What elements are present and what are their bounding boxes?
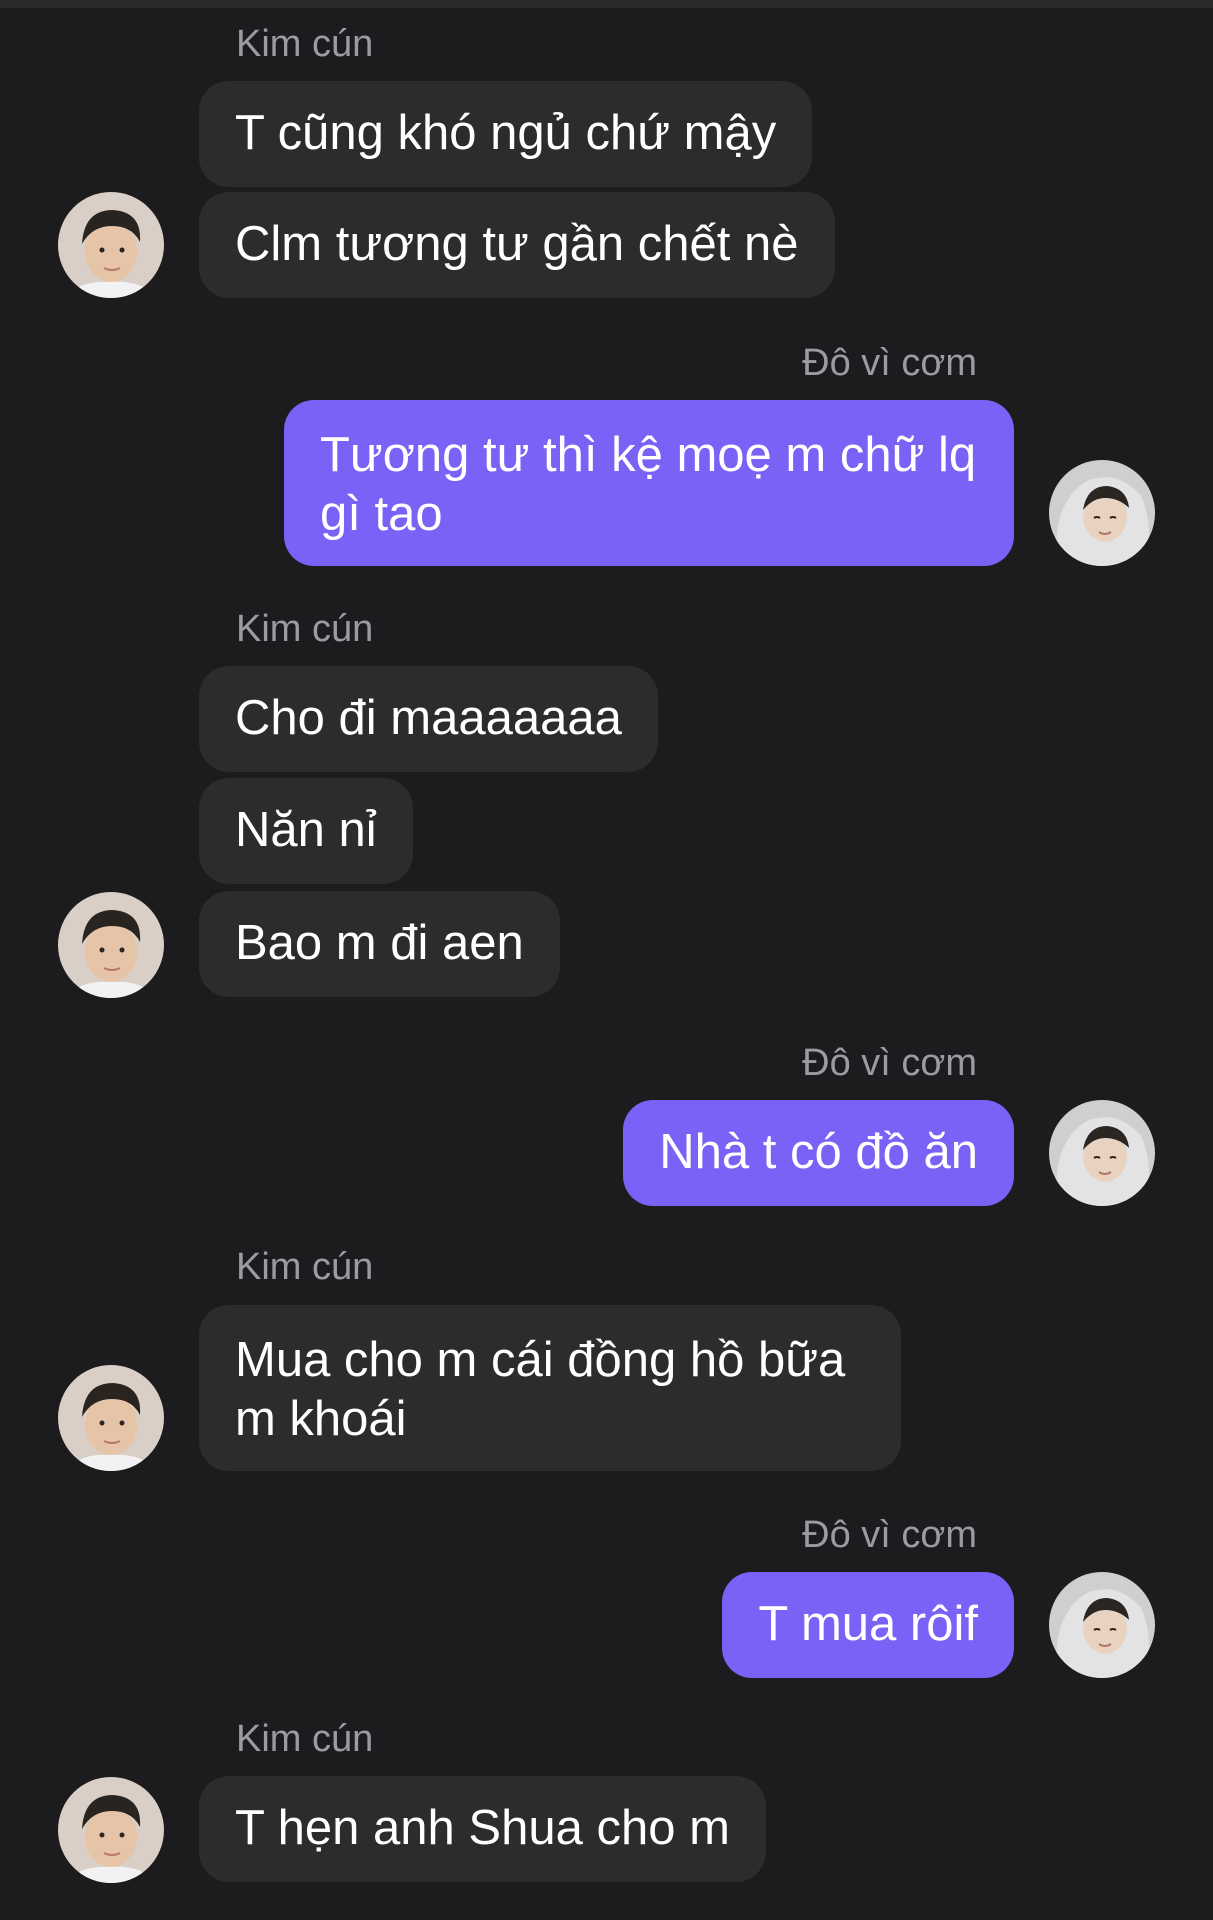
sender-name-other: Kim cún — [236, 1246, 374, 1288]
sender-name-other: Kim cún — [236, 23, 374, 65]
sender-name-self: Đô vì cơm — [802, 1042, 977, 1084]
self-avatar-icon[interactable] — [1049, 1100, 1155, 1206]
message-bubble-outgoing[interactable]: Nhà t có đồ ăn — [623, 1100, 1014, 1206]
self-avatar-icon[interactable] — [1049, 460, 1155, 566]
top-edge — [0, 0, 1213, 8]
message-bubble-outgoing[interactable]: Tương tư thì kệ moẹ m chữ lq gì tao — [284, 400, 1014, 566]
message-bubble-incoming[interactable]: Năn nỉ — [199, 778, 413, 884]
message-bubble-incoming[interactable]: Mua cho m cái đồng hồ bữa m khoái — [199, 1305, 901, 1471]
message-bubble-incoming[interactable]: T hẹn anh Shua cho m — [199, 1776, 766, 1882]
other-avatar-icon[interactable] — [58, 1777, 164, 1883]
other-avatar-icon[interactable] — [58, 892, 164, 998]
sender-name-other: Kim cún — [236, 608, 374, 650]
message-bubble-incoming[interactable]: Clm tương tư gần chết nè — [199, 192, 835, 298]
message-bubble-outgoing[interactable]: T mua rôif — [722, 1572, 1014, 1678]
other-avatar-icon[interactable] — [58, 192, 164, 298]
other-avatar-icon[interactable] — [58, 1365, 164, 1471]
self-avatar-icon[interactable] — [1049, 1572, 1155, 1678]
sender-name-self: Đô vì cơm — [802, 342, 977, 384]
sender-name-self: Đô vì cơm — [802, 1514, 977, 1556]
sender-name-other: Kim cún — [236, 1718, 374, 1760]
message-bubble-incoming[interactable]: Cho đi maaaaaaa — [199, 666, 658, 772]
message-bubble-incoming[interactable]: Bao m đi aen — [199, 891, 560, 997]
message-bubble-incoming[interactable]: T cũng khó ngủ chứ mậy — [199, 81, 813, 187]
